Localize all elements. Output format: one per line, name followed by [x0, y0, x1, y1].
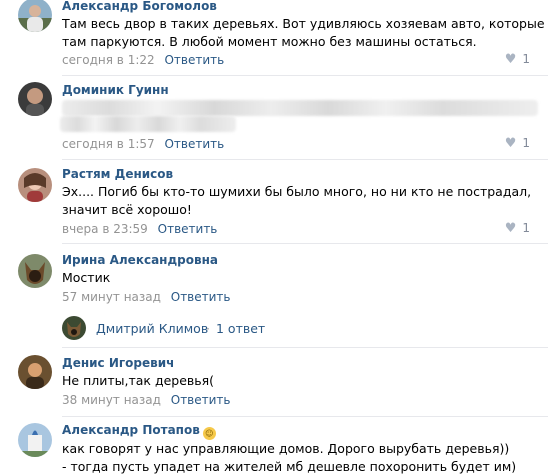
- comment-time[interactable]: 57 минут назад: [62, 290, 161, 304]
- comment-meta: вчера в 23:59 Ответить: [62, 222, 217, 236]
- divider: [62, 159, 548, 160]
- like-button[interactable]: ♥ 1: [505, 52, 530, 67]
- avatar[interactable]: [18, 168, 52, 202]
- comment-text-line: как говорят у нас управляющие домов. Дор…: [62, 441, 510, 456]
- like-button[interactable]: ♥ 1: [505, 221, 530, 236]
- thread-author[interactable]: Дмитрий Климов: [96, 321, 208, 336]
- reply-button[interactable]: Ответить: [164, 137, 224, 151]
- comment-text-line: Эх.... Погиб бы кто-то шумихи бы было мн…: [62, 184, 532, 199]
- reply-button[interactable]: Ответить: [171, 290, 231, 304]
- comment-meta: сегодня в 1:57 Ответить: [62, 137, 224, 151]
- reply-button[interactable]: Ответить: [164, 53, 224, 67]
- comment-text-line: - тогда пусть упадет на жителей мб дешев…: [62, 459, 517, 474]
- comment-meta: 38 минут назад Ответить: [62, 393, 231, 407]
- comment-author[interactable]: Растям Денисов: [62, 167, 173, 181]
- comment-item: Денис Игоревич Не плиты,так деревья( 38 …: [0, 347, 548, 417]
- comment-item: Александр Потапов ☺ как говорят у нас упр…: [0, 417, 548, 475]
- thread-separator: ·: [206, 321, 210, 336]
- heart-icon: ♥: [504, 221, 517, 236]
- comments-feed: Александр Богомолов Там весь двор в таки…: [0, 0, 548, 475]
- comment-time[interactable]: 38 минут назад: [62, 393, 161, 407]
- thread-avatar[interactable]: [62, 316, 86, 340]
- divider: [62, 75, 548, 76]
- divider: [62, 243, 548, 244]
- comment-author[interactable]: Ирина Александровна: [62, 253, 218, 267]
- comment-text-line: там паркуются. В любой момент можно без …: [62, 34, 477, 49]
- like-count: 1: [522, 136, 530, 150]
- comment-text-line: Мостик: [62, 270, 111, 285]
- like-count: 1: [522, 52, 530, 66]
- comment-author[interactable]: Александр Потапов ☺: [62, 423, 216, 440]
- comment-author[interactable]: Денис Игоревич: [62, 356, 174, 370]
- blurred-comment-text: [62, 100, 538, 116]
- smile-emoji-icon: ☺: [202, 427, 216, 440]
- comment-meta: 57 минут назад Ответить: [62, 290, 231, 304]
- heart-icon: ♥: [504, 52, 517, 67]
- avatar[interactable]: [18, 82, 52, 116]
- comment-text-line: Не плиты,так деревья(: [62, 373, 215, 388]
- avatar[interactable]: [18, 355, 52, 389]
- blurred-comment-text: [60, 116, 236, 132]
- reply-button[interactable]: Ответить: [171, 393, 231, 407]
- avatar[interactable]: [18, 423, 52, 457]
- avatar[interactable]: [18, 254, 52, 288]
- heart-icon: ♥: [504, 136, 517, 151]
- comment-time[interactable]: сегодня в 1:57: [62, 137, 155, 151]
- like-button[interactable]: ♥ 1: [505, 136, 530, 151]
- comment-text-line: значит всё хорошо!: [62, 202, 192, 217]
- avatar[interactable]: [18, 0, 52, 32]
- comment-text-line: Там весь двор в таких деревьях. Вот удив…: [62, 16, 545, 31]
- comment-meta: сегодня в 1:22 Ответить: [62, 53, 224, 67]
- comment-item: Александр Богомолов Там весь двор в таки…: [0, 0, 548, 78]
- comment-item: Доминик Гуинн сегодня в 1:57 Ответить ♥ 1: [0, 78, 548, 162]
- comment-author[interactable]: Александр Богомолов: [62, 0, 217, 13]
- comment-item: Растям Денисов Эх.... Погиб бы кто-то шу…: [0, 162, 548, 246]
- comment-author[interactable]: Доминик Гуинн: [62, 83, 169, 97]
- thread-reply-count[interactable]: 1 ответ: [216, 321, 265, 336]
- comment-author-name[interactable]: Александр Потапов: [62, 423, 200, 437]
- reply-button[interactable]: Ответить: [158, 222, 218, 236]
- comment-time[interactable]: вчера в 23:59: [62, 222, 148, 236]
- comment-time[interactable]: сегодня в 1:22: [62, 53, 155, 67]
- comment-item: Ирина Александровна Мостик 57 минут наза…: [0, 246, 548, 348]
- like-count: 1: [522, 221, 530, 235]
